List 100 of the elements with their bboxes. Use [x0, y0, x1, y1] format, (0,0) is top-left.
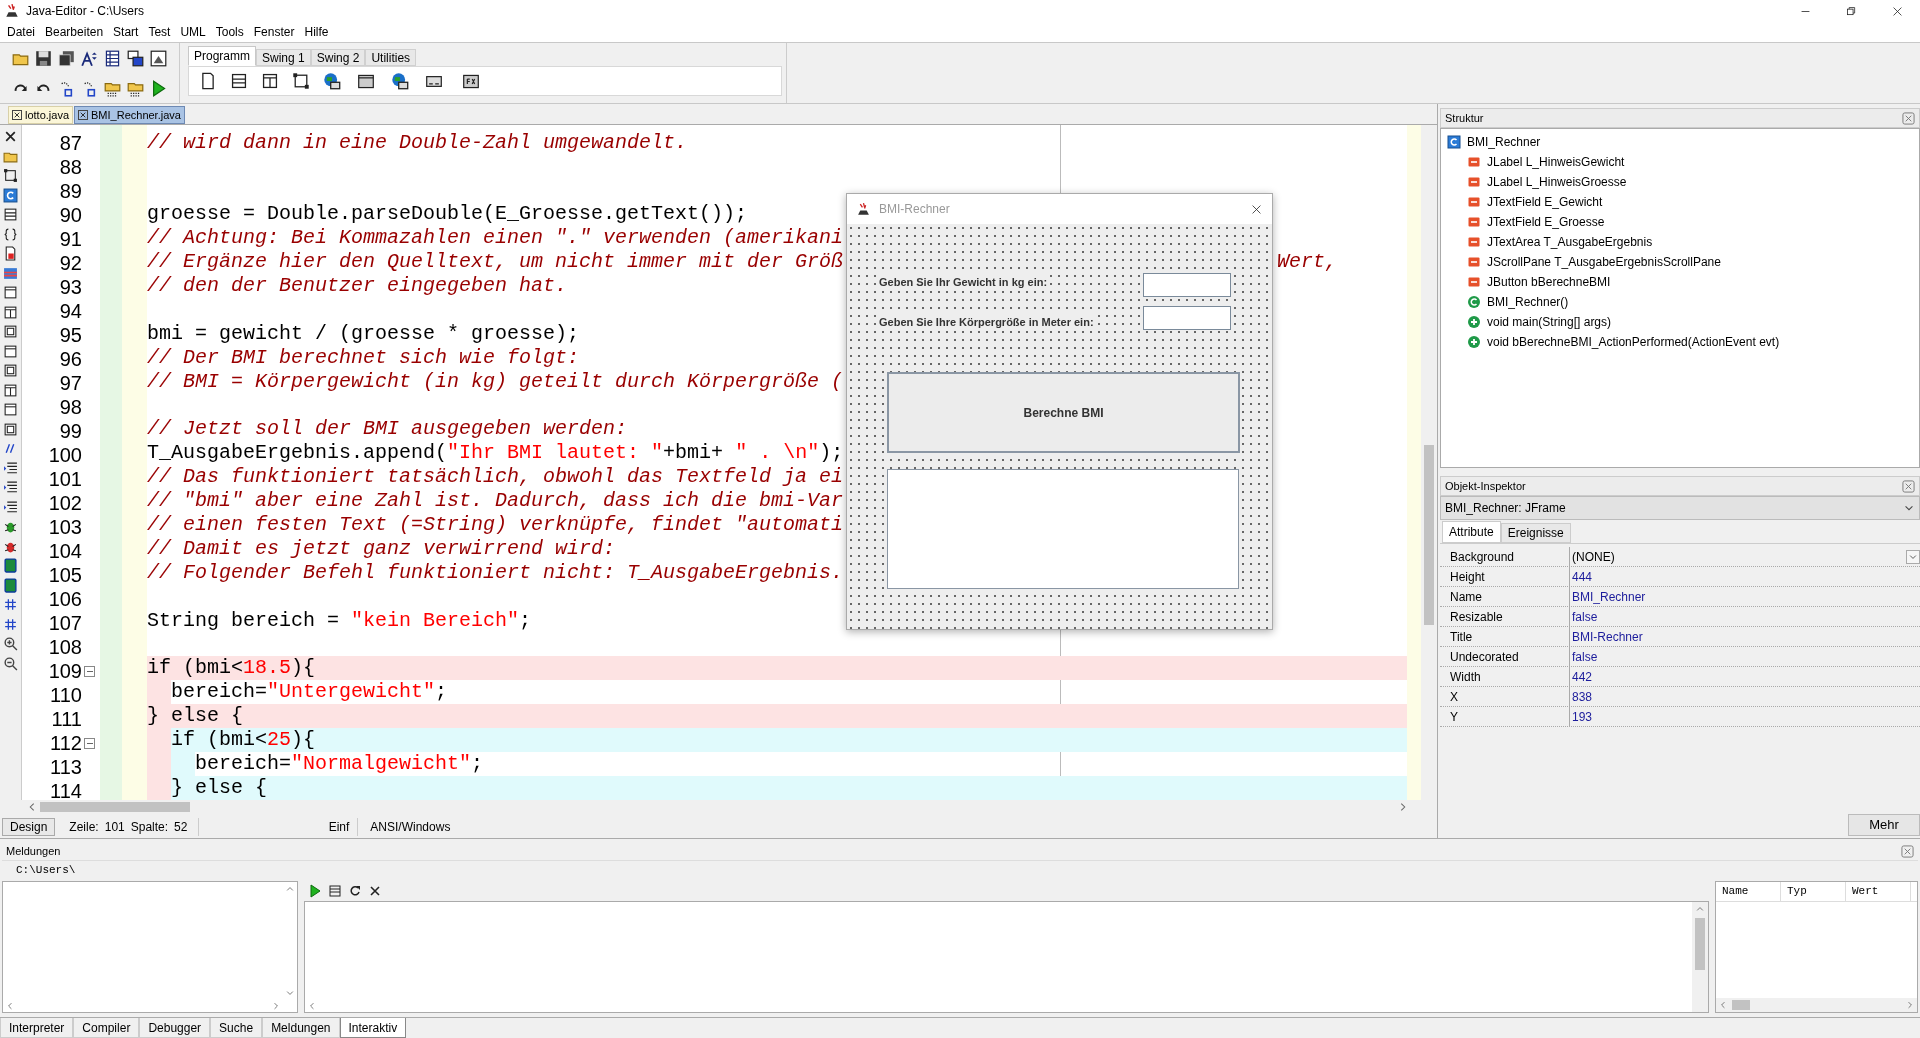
windows-icon[interactable]	[127, 49, 144, 67]
window-icon[interactable]	[3, 285, 18, 300]
tree-item[interactable]: JScrollPane T_AusgabeErgebnisScrollPane	[1441, 252, 1919, 272]
indent-icon[interactable]	[3, 499, 18, 515]
fold-toggle[interactable]	[84, 665, 95, 677]
text-area[interactable]	[887, 469, 1239, 589]
book-icon[interactable]	[3, 577, 18, 593]
table-rows-icon[interactable]	[328, 884, 342, 898]
tree-item[interactable]: JTextField E_Groesse	[1441, 212, 1919, 232]
scrollbar-thumb[interactable]	[1424, 445, 1434, 625]
zoom-out-icon[interactable]	[3, 655, 18, 671]
document-icon[interactable]	[3, 246, 18, 261]
bottom-tab[interactable]: Interpreter	[0, 1018, 74, 1038]
tree-item[interactable]: BMI_Rechner	[1441, 132, 1919, 152]
refresh-icon[interactable]	[348, 884, 362, 898]
palette-tab[interactable]: Utilities	[365, 49, 417, 66]
panel-close-icon[interactable]	[1902, 479, 1915, 493]
tree-item[interactable]: JTextField E_Gewicht	[1441, 192, 1919, 212]
property-dropdown[interactable]: (NONE)	[1570, 547, 1920, 566]
menu-item[interactable]: Test	[143, 23, 176, 41]
property-value[interactable]: 444	[1570, 567, 1920, 586]
save-all-icon[interactable]	[58, 49, 75, 67]
palette-tab[interactable]: Programm	[188, 46, 256, 66]
bottom-tab[interactable]: Interaktiv	[339, 1018, 407, 1038]
column-header[interactable]: Name	[1716, 882, 1781, 901]
bottom-tab[interactable]: Suche	[210, 1018, 263, 1038]
book-icon[interactable]	[3, 558, 18, 573]
close-icon[interactable]	[368, 884, 382, 898]
property-value[interactable]: BMI-Rechner	[1570, 627, 1920, 646]
table-icon[interactable]	[104, 49, 121, 67]
tree-item[interactable]: void main(String[] args)	[1441, 312, 1919, 332]
save-icon[interactable]	[35, 49, 52, 67]
frame-icon[interactable]	[3, 168, 18, 183]
fold-toggle[interactable]	[84, 737, 95, 749]
box-icon[interactable]	[3, 363, 18, 378]
interactive-input[interactable]	[304, 901, 1709, 1013]
run-icon[interactable]	[150, 79, 167, 97]
menu-item[interactable]: Hilfe	[299, 23, 334, 41]
bottom-tab[interactable]: Meldungen	[262, 1018, 340, 1038]
run-icon[interactable]	[308, 884, 322, 898]
file-tab[interactable]: lotto.java	[8, 106, 74, 124]
frame-icon[interactable]	[292, 72, 310, 90]
file-tab[interactable]: BMI_Rechner.java	[74, 106, 185, 124]
menu-item[interactable]: Start	[108, 23, 144, 41]
tree-item[interactable]: JLabel L_HinweisGewicht	[1441, 152, 1919, 172]
scrollbar-thumb[interactable]	[1695, 918, 1705, 970]
panel-icon[interactable]	[3, 382, 18, 398]
column-header[interactable]: Typ	[1781, 882, 1846, 901]
image-icon[interactable]	[150, 49, 167, 67]
panel-icon[interactable]	[261, 72, 279, 90]
tree-item[interactable]: void bBerechneBMI_ActionPerformed(ActionEvent evt)	[1441, 332, 1919, 352]
close-icon[interactable]	[79, 111, 88, 119]
window-icon[interactable]	[3, 343, 18, 359]
panel-close-icon[interactable]	[1901, 845, 1914, 858]
palette-tab[interactable]: Swing 2	[310, 49, 366, 66]
panel-icon[interactable]	[3, 304, 18, 320]
property-value[interactable]: BMI_Rechner	[1570, 587, 1920, 606]
window-close-icon[interactable]	[1251, 203, 1262, 215]
tree-item[interactable]: JTextArea T_AusgabeErgebnis	[1441, 232, 1919, 252]
brackets-icon[interactable]	[3, 226, 18, 242]
palette-tab[interactable]: Swing 1	[256, 49, 311, 66]
bottom-tab[interactable]: Debugger	[139, 1018, 211, 1038]
property-value[interactable]: false	[1570, 647, 1920, 666]
close-icon[interactable]	[3, 129, 18, 144]
calculate-button[interactable]: Berechne BMI	[887, 372, 1240, 453]
menu-item[interactable]: Bearbeiten	[40, 23, 109, 41]
list-icon[interactable]	[230, 72, 248, 90]
indent-icon[interactable]	[3, 480, 18, 495]
scrollbar-thumb[interactable]	[40, 802, 190, 812]
restore-icon[interactable]	[1845, 5, 1857, 17]
new-file-icon[interactable]	[199, 72, 217, 90]
menu-item[interactable]: Datei	[2, 23, 40, 41]
grid-icon[interactable]	[3, 616, 18, 632]
property-value[interactable]: false	[1570, 607, 1920, 626]
globe-icon[interactable]	[391, 72, 409, 90]
inspector-tab[interactable]: Ereignisse	[1500, 523, 1571, 543]
property-value[interactable]: 838	[1570, 687, 1920, 706]
window-close-icon[interactable]	[1891, 5, 1903, 17]
menu-item[interactable]: Fenster	[248, 23, 300, 41]
indent-icon[interactable]	[3, 460, 18, 476]
grid-icon[interactable]	[3, 597, 18, 612]
close-icon[interactable]	[13, 111, 21, 119]
box-icon[interactable]	[3, 324, 18, 339]
window-icon[interactable]	[3, 402, 18, 417]
design-button[interactable]: Design	[2, 818, 56, 836]
menu-item[interactable]: UML	[175, 23, 211, 41]
class-icon[interactable]	[3, 187, 18, 203]
text-field[interactable]	[1143, 306, 1231, 330]
box-icon[interactable]	[3, 421, 18, 437]
font-size-icon[interactable]	[81, 49, 98, 67]
menu-item[interactable]: Tools	[210, 23, 249, 41]
bottom-tab[interactable]: Compiler	[73, 1018, 140, 1038]
more-button[interactable]: Mehr	[1848, 814, 1920, 836]
tree-item[interactable]: BMI_Rechner()	[1441, 292, 1919, 312]
tree-item[interactable]: JButton bBerechneBMI	[1441, 272, 1919, 292]
flag-icon[interactable]	[3, 265, 18, 281]
text-field[interactable]	[1143, 273, 1231, 297]
vertical-scrollbar[interactable]	[1421, 125, 1437, 800]
property-value[interactable]: 442	[1570, 667, 1920, 686]
panel-close-icon[interactable]	[1902, 111, 1915, 125]
